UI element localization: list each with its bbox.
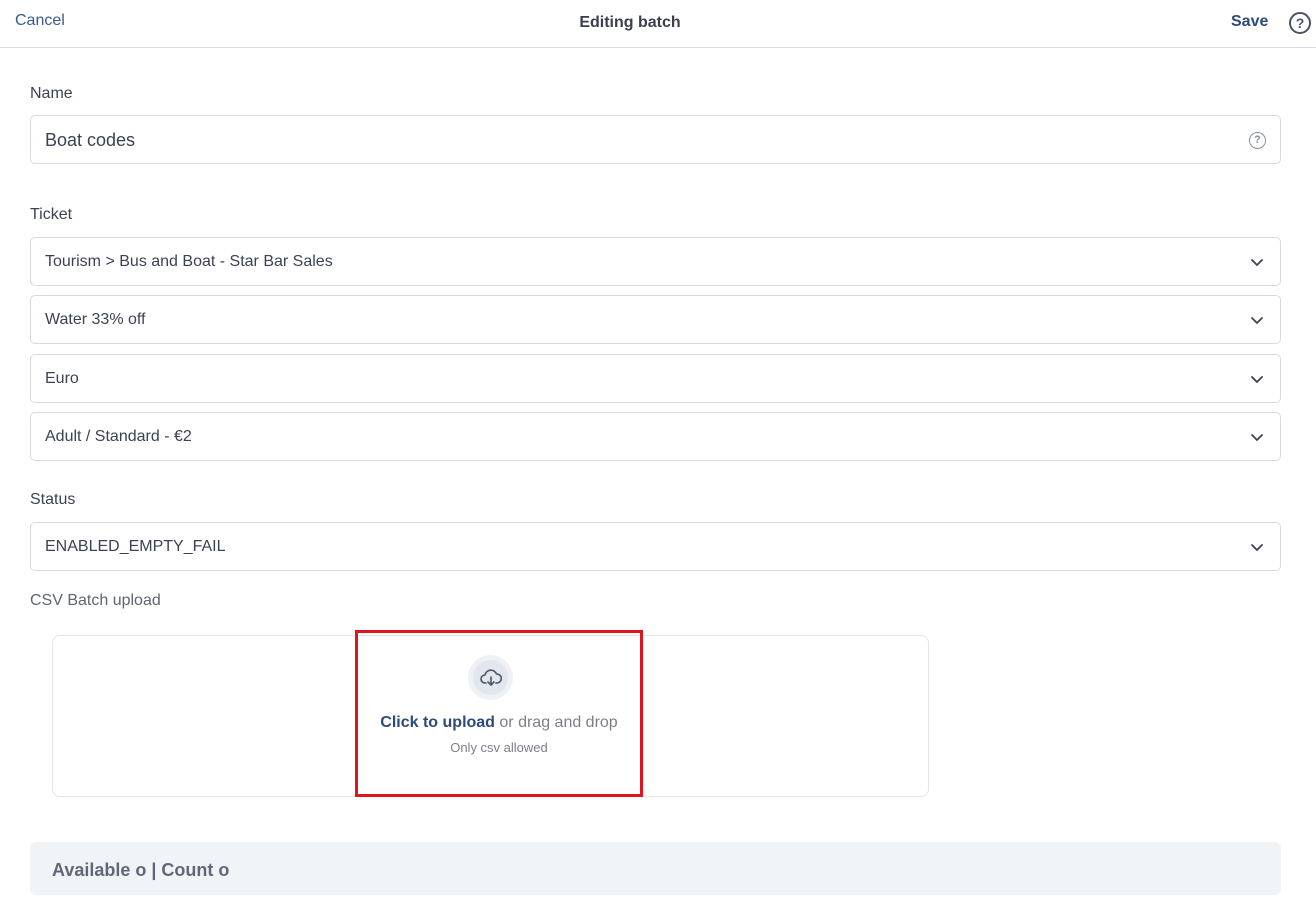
chevron-down-icon bbox=[1251, 544, 1263, 551]
page-title: Editing batch bbox=[579, 14, 681, 31]
help-icon[interactable]: ? bbox=[1289, 12, 1311, 34]
name-input-value: Boat codes bbox=[45, 130, 136, 150]
ticket-offer-select[interactable]: Water 33% off bbox=[30, 295, 1281, 344]
status-value: ENABLED_EMPTY_FAIL bbox=[45, 538, 226, 555]
name-label: Name bbox=[30, 85, 73, 102]
ticket-type-select[interactable]: Adult / Standard - €2 bbox=[30, 412, 1281, 461]
summary-bar: Available o | Count o bbox=[30, 842, 1281, 895]
name-help-icon[interactable]: ? bbox=[1249, 132, 1266, 149]
status-label: Status bbox=[30, 491, 76, 508]
ticket-category-select[interactable]: Tourism > Bus and Boat - Star Bar Sales bbox=[30, 237, 1281, 286]
summary-text: Available o | Count o bbox=[52, 860, 230, 880]
ticket-label: Ticket bbox=[30, 206, 73, 223]
top-bar: Cancel Editing batch Save ? bbox=[0, 0, 1316, 48]
ticket-category-value: Tourism > Bus and Boat - Star Bar Sales bbox=[45, 253, 333, 270]
chevron-down-icon bbox=[1251, 317, 1263, 324]
chevron-down-icon bbox=[1251, 259, 1263, 266]
ticket-currency-select[interactable]: Euro bbox=[30, 354, 1281, 403]
highlight-box bbox=[355, 630, 643, 797]
ticket-offer-value: Water 33% off bbox=[45, 311, 146, 328]
save-button[interactable]: Save bbox=[1231, 13, 1268, 31]
csv-upload-label: CSV Batch upload bbox=[30, 592, 161, 609]
status-select[interactable]: ENABLED_EMPTY_FAIL bbox=[30, 522, 1281, 571]
chevron-down-icon bbox=[1251, 376, 1263, 383]
name-input[interactable]: Boat codes ? bbox=[30, 115, 1281, 164]
ticket-type-value: Adult / Standard - €2 bbox=[45, 428, 192, 445]
chevron-down-icon bbox=[1251, 434, 1263, 441]
ticket-currency-value: Euro bbox=[45, 370, 79, 387]
